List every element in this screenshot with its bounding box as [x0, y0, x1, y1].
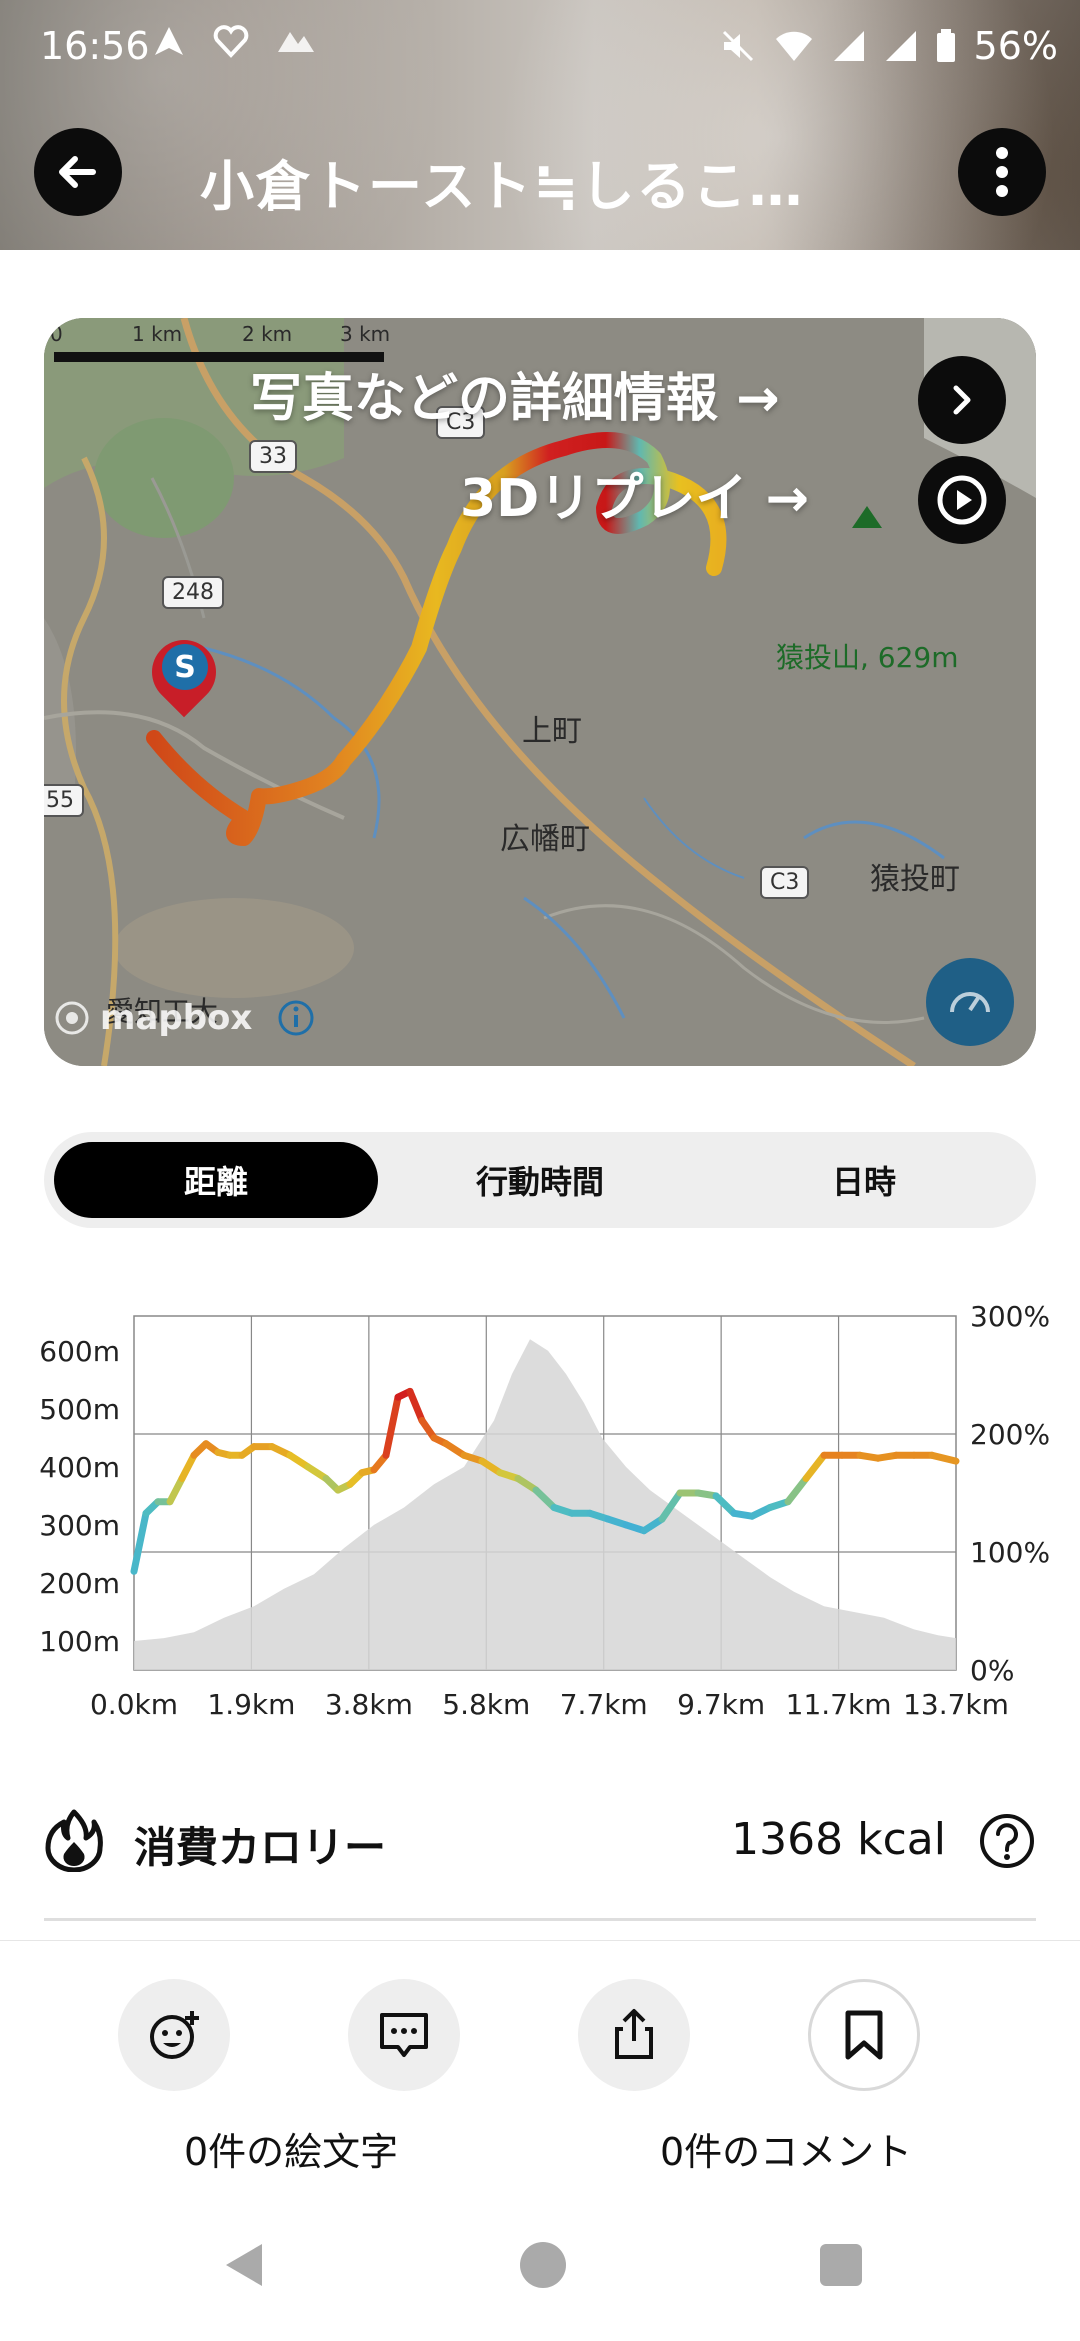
- y-left-tick-label: 600m: [39, 1335, 120, 1368]
- section-divider: [44, 1918, 1036, 1921]
- scale-0: 0: [50, 322, 63, 346]
- more-menu-button[interactable]: [958, 128, 1046, 216]
- signal-icon: [833, 31, 864, 61]
- scale-1km: 1 km: [132, 322, 183, 346]
- help-circle-icon[interactable]: [978, 1812, 1036, 1870]
- y-left-tick-label: 500m: [39, 1393, 120, 1426]
- grade-line-segment: [130, 1509, 150, 1575]
- x-tick-label: 7.7km: [560, 1688, 648, 1721]
- summit-label: 猿投山, 629m: [776, 641, 959, 674]
- share-icon: [615, 2009, 653, 2059]
- detail-info-button[interactable]: [918, 356, 1006, 444]
- tab-date-time[interactable]: 日時: [702, 1142, 1026, 1218]
- replay-3d-link[interactable]: 3Dリプレイ →: [460, 456, 809, 531]
- bookmark-button[interactable]: [808, 1979, 920, 2091]
- chart-axis-toggle: 距離 行動時間 日時: [44, 1132, 1036, 1228]
- comment-icon: [380, 2013, 428, 2057]
- status-right-icons: 56%: [720, 24, 1058, 68]
- status-left-icons: [152, 24, 316, 58]
- grade-line-segment: [406, 1387, 426, 1424]
- tab-distance[interactable]: 距離: [54, 1142, 378, 1218]
- back-button[interactable]: [34, 128, 122, 216]
- scale-2km: 2 km: [242, 322, 293, 346]
- place-sanage: 猿投町: [870, 862, 960, 897]
- calories-label: 消費カロリー: [134, 1823, 387, 1872]
- nav-recents-icon[interactable]: [816, 2240, 866, 2290]
- calories-value: 1368 kcal: [731, 1814, 946, 1865]
- elevation-chart: 600m 500m 400m 300m 200m 100m 300% 200% 100% 0% 0.…: [39, 1300, 1050, 1721]
- y-right-tick-label: 0%: [970, 1654, 1014, 1687]
- y-left-tick-label: 200m: [39, 1567, 120, 1600]
- place-kamimachi: 上町: [522, 714, 582, 749]
- status-bar: 16:56 56%: [0, 0, 1080, 90]
- y-right-tick-label: 200%: [970, 1418, 1050, 1451]
- elevation-area: [134, 1339, 956, 1670]
- tab-moving-time[interactable]: 行動時間: [378, 1142, 702, 1218]
- x-tick-label: 3.8km: [325, 1688, 413, 1721]
- arrow-left-icon: [59, 156, 96, 188]
- x-tick-label: 11.7km: [786, 1688, 892, 1721]
- replay-3d-button[interactable]: [918, 456, 1006, 544]
- navigation-icon: [155, 27, 183, 55]
- more-vertical-icon: [996, 147, 1008, 197]
- info-icon[interactable]: [276, 998, 316, 1038]
- y-right-tick-label: 300%: [970, 1300, 1050, 1333]
- speedometer-icon: [950, 992, 990, 1013]
- chevron-right-icon: [953, 385, 971, 415]
- road-33: 33: [249, 440, 297, 473]
- battery-icon: [936, 29, 955, 62]
- nav-back-icon[interactable]: [220, 2240, 270, 2290]
- place-hirohata: 広幡町: [500, 822, 590, 857]
- grade-line-segment: [178, 1451, 198, 1482]
- mapbox-wordmark: mapbox: [100, 998, 253, 1038]
- road-55: 55: [44, 784, 84, 817]
- grade-line-segment: [166, 1475, 186, 1506]
- share-button[interactable]: [578, 1979, 690, 2091]
- y-right-tick-label: 100%: [970, 1536, 1050, 1569]
- detail-info-link[interactable]: 写真などの詳細情報 →: [250, 356, 780, 431]
- emoji-count[interactable]: 0件の絵文字: [184, 2121, 398, 2176]
- play-circle-icon: [937, 475, 987, 525]
- road-248: 248: [162, 576, 224, 609]
- battery-percent: 56%: [973, 24, 1058, 68]
- scale-3km: 3 km: [340, 322, 391, 346]
- start-marker: S: [162, 644, 208, 690]
- y-left-tick-label: 400m: [39, 1451, 120, 1484]
- bookmark-icon: [845, 2010, 883, 2060]
- signal-icon-2: [885, 31, 916, 61]
- mountain-icon: [278, 32, 314, 52]
- add-emoji-icon: [150, 2011, 199, 2059]
- grade-line-segment: [784, 1475, 810, 1506]
- x-tick-label: 1.9km: [207, 1688, 295, 1721]
- mute-icon: [722, 30, 753, 62]
- x-tick-label: 0.0km: [90, 1688, 178, 1721]
- x-tick-label: 13.7km: [903, 1688, 1009, 1721]
- status-time: 16:56: [40, 24, 150, 68]
- flame-icon: [45, 1809, 103, 1872]
- speed-overlay-button[interactable]: [926, 958, 1014, 1046]
- grade-line-segment: [382, 1393, 402, 1459]
- mapbox-logo-icon: [55, 1001, 89, 1035]
- x-tick-label: 5.8km: [442, 1688, 530, 1721]
- comment-count[interactable]: 0件のコメント: [660, 2121, 912, 2176]
- x-tick-label: 9.7km: [677, 1688, 765, 1721]
- route-map[interactable]: 0 1 km 2 km 3 km 33 248 C3 C3 55 写真などの詳細…: [44, 318, 1036, 1066]
- activity-title: 小倉トースト≒しるこ…: [200, 155, 805, 218]
- add-emoji-button[interactable]: [118, 1979, 230, 2091]
- calories-row: 消費カロリー 1368 kcal: [44, 1790, 1036, 1900]
- wifi-icon: [775, 31, 812, 61]
- y-left-tick-label: 300m: [39, 1509, 120, 1542]
- grade-line-segment: [802, 1451, 828, 1482]
- road-c3-bottom: C3: [760, 866, 810, 899]
- grade-line-segment: [928, 1451, 960, 1465]
- comment-button[interactable]: [348, 1979, 460, 2091]
- nav-home-icon[interactable]: [518, 2240, 568, 2290]
- y-left-tick-label: 100m: [39, 1625, 120, 1658]
- mapbox-attribution: mapbox: [54, 998, 316, 1038]
- grade-line-segment: [712, 1492, 738, 1517]
- heart-icon: [213, 25, 249, 58]
